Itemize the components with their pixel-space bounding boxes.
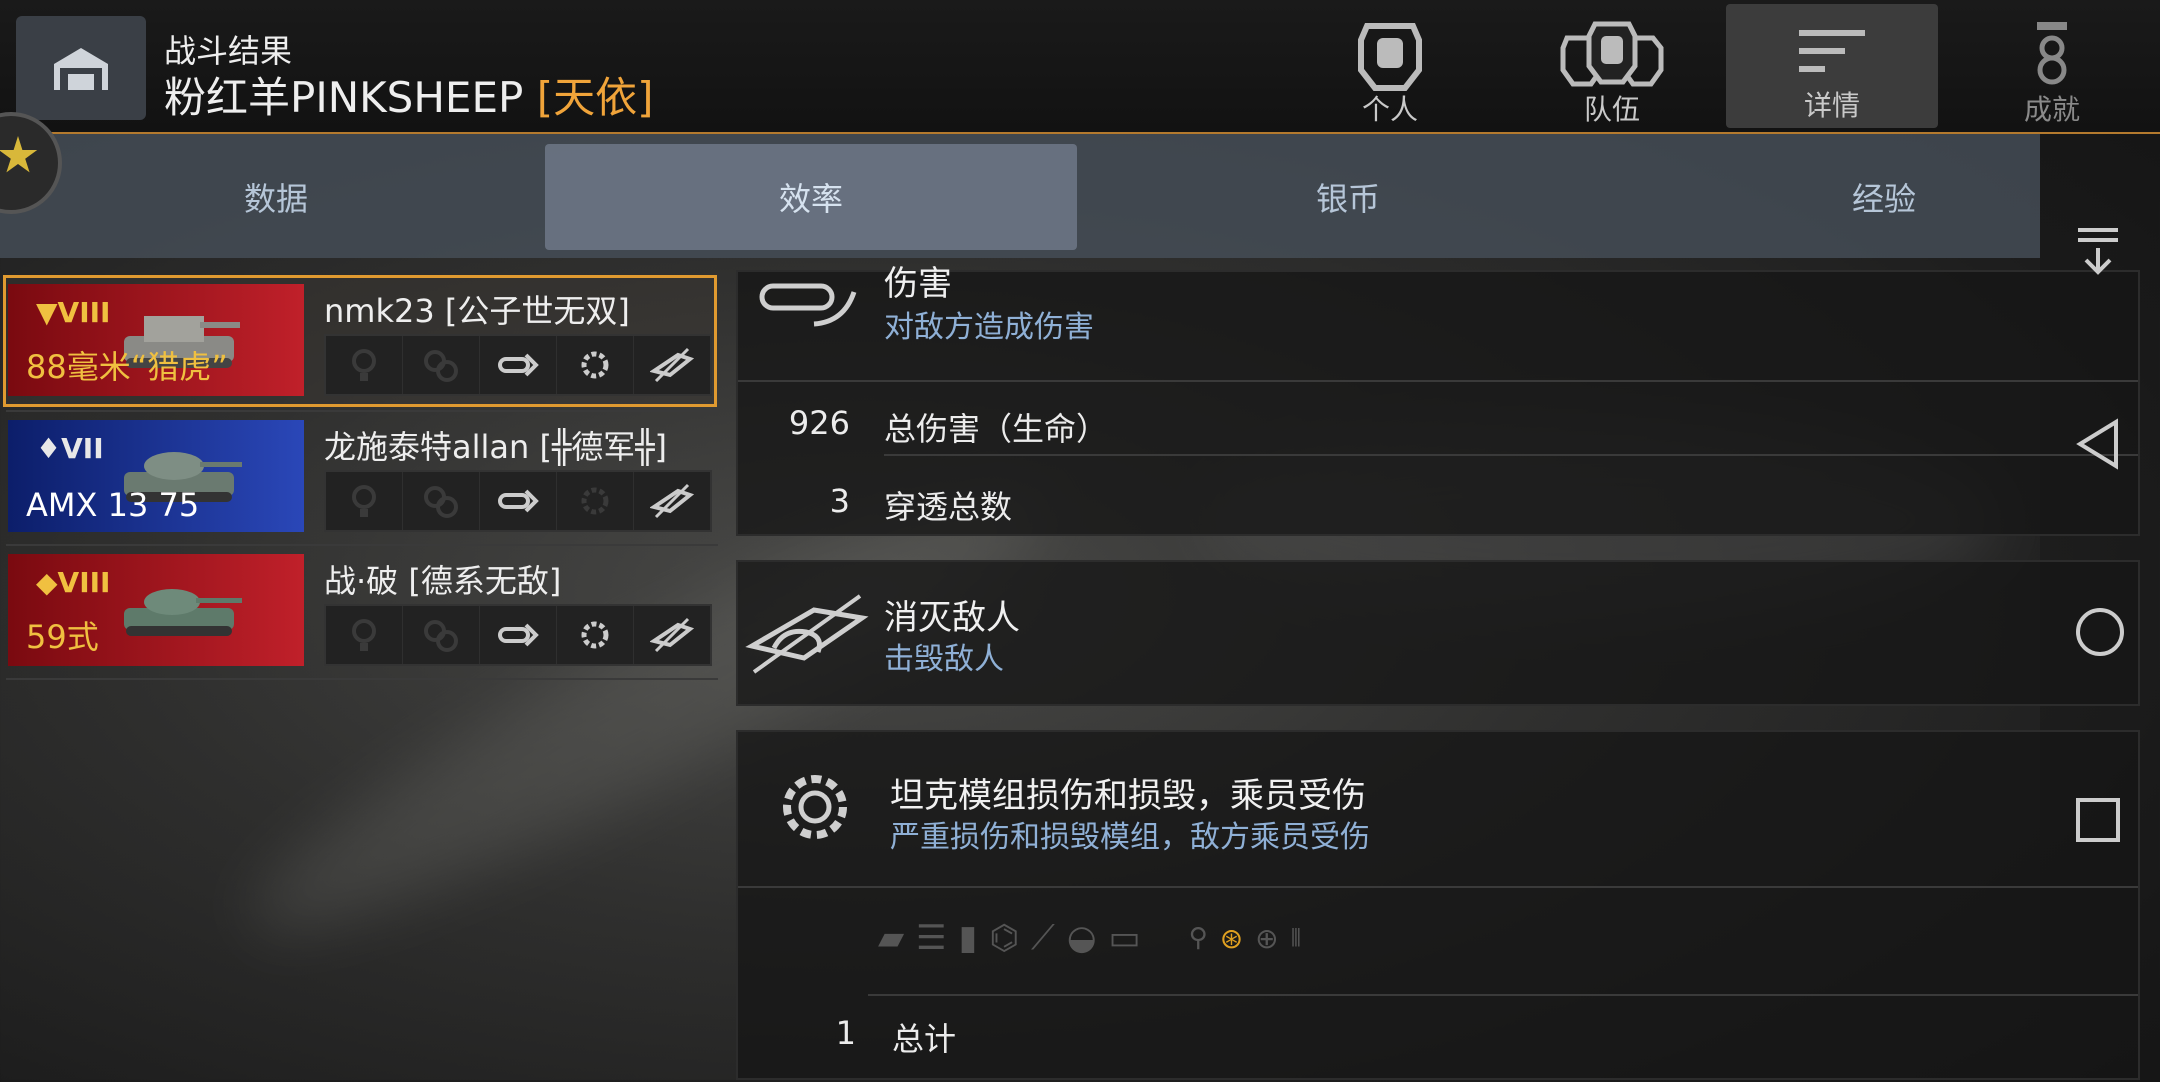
- damage-panel: 伤害 对敌方造成伤害 926 总伤害（生命） 3 穿透总数: [736, 264, 2140, 536]
- tank-image: [124, 589, 242, 636]
- tab-data[interactable]: 数据: [10, 144, 542, 250]
- square-icon[interactable]: [2074, 796, 2122, 844]
- assist-icon: [403, 606, 480, 664]
- damage-subtitle: 对敌方造成伤害: [884, 310, 1094, 345]
- modules-title: 坦克模组损伤和损毁，乘员受伤: [890, 776, 1366, 816]
- total-value: 1: [835, 1014, 856, 1052]
- assist-icon: [403, 472, 480, 530]
- vehicle-card: ♦VII AMX 13 75: [8, 420, 304, 532]
- garage-button[interactable]: [16, 16, 146, 120]
- tab-credits[interactable]: 银币: [1082, 144, 1614, 250]
- module-gear-icon: [783, 775, 847, 839]
- destroyed-tank-icon: [745, 594, 869, 674]
- triangle-icon[interactable]: [2074, 418, 2122, 470]
- damage-title: 伤害: [884, 264, 952, 304]
- vehicle-card: ◆VIII 59式: [8, 554, 304, 666]
- damage-icon: [480, 336, 557, 394]
- stat-row: 3 穿透总数: [738, 462, 2138, 542]
- loader-icon: ⦀: [1290, 924, 1302, 952]
- driver-icon: ⊛: [1219, 921, 1244, 955]
- kill-icon: [634, 472, 710, 530]
- player-name: 粉红羊PINKSHEEP: [164, 73, 524, 122]
- module-icon: [557, 606, 634, 664]
- observation-icon: ⚲: [1188, 923, 1208, 953]
- player-clan: [天依]: [536, 73, 654, 122]
- divider: [6, 544, 718, 546]
- spotting-icon: [326, 472, 403, 530]
- stat-label: 穿透总数: [884, 488, 1013, 526]
- nav-achievements[interactable]: 成就: [1946, 0, 2158, 132]
- player-name: 战·破 [德系无敌]: [324, 562, 562, 600]
- personal-icon: [1358, 23, 1422, 91]
- stat-row: 1 总计: [738, 1002, 2138, 1082]
- radio-icon: ▭: [1108, 918, 1141, 958]
- player-name: nmk23 [公子世无双]: [324, 292, 630, 330]
- player-title: 粉红羊PINKSHEEP [天依]: [164, 64, 653, 125]
- stat-label: 总伤害（生命）: [884, 410, 1109, 448]
- tier-badge: ♦VII: [36, 432, 104, 465]
- player-row[interactable]: ♦VII AMX 13 75 龙施泰特allan [╬德军╬]: [6, 414, 714, 540]
- stat-value: 926: [788, 404, 850, 442]
- modules-panel: 坦克模组损伤和损毁，乘员受伤 严重损伤和损毁模组，敌方乘员受伤 ▰ ☰ ▮ ⌬ …: [736, 730, 2140, 1080]
- destroy-panel: 消灭敌人 击毁敌人: [736, 560, 2140, 706]
- stat-row: 926 总伤害（生命）: [738, 384, 2138, 464]
- collapse-all-icon[interactable]: [2074, 226, 2122, 278]
- kill-icon: [634, 606, 710, 664]
- achievement-strip: [324, 470, 712, 532]
- achievement-strip: [324, 604, 712, 666]
- team-icon: [1560, 21, 1664, 87]
- garage-icon: [54, 48, 108, 90]
- turret-icon: ◒: [1066, 918, 1097, 958]
- achievements-icon: [2037, 22, 2067, 85]
- kill-icon: [634, 336, 710, 394]
- engine-icon: ▰: [878, 918, 905, 958]
- vehicle-card: ▼VIII 88毫米“猎虎”: [8, 284, 304, 396]
- ammo-rack-icon: ⌬: [989, 918, 1020, 958]
- player-name: 龙施泰特allan [╬德军╬]: [324, 428, 667, 466]
- damage-icon: [480, 472, 557, 530]
- destroy-subtitle: 击毁敌人: [884, 642, 1004, 677]
- gun-icon: ⟋: [1031, 918, 1055, 958]
- damage-icon: [480, 606, 557, 664]
- stat-value: 3: [829, 482, 850, 520]
- player-row[interactable]: ▼VIII 88毫米“猎虎” nmk23 [公子世无双]: [3, 275, 717, 407]
- circle-icon[interactable]: [2074, 606, 2126, 658]
- destroy-title: 消灭敌人: [884, 598, 1020, 638]
- tier-badge: ◆VIII: [36, 566, 111, 599]
- total-label: 总计: [892, 1020, 957, 1058]
- assist-icon: [403, 336, 480, 394]
- details-icon: [1799, 30, 1865, 72]
- achievement-strip: [324, 334, 712, 396]
- vehicle-name: AMX 13 75: [26, 486, 200, 524]
- nav-personal[interactable]: 个人: [1284, 0, 1496, 132]
- modules-subtitle: 严重损伤和损毁模组，敌方乘员受伤: [890, 820, 1370, 855]
- tab-bar: 数据 效率 银币 经验: [0, 134, 2040, 258]
- module-icon: [557, 336, 634, 394]
- vehicle-name: 88毫米“猎虎”: [26, 348, 228, 386]
- module-icons-row: ▰ ☰ ▮ ⌬ ⟋ ◒ ▭ ⚲ ⊛ ⊕ ⦀: [878, 918, 1301, 958]
- divider: [6, 410, 718, 412]
- track-icon: ☰: [916, 918, 947, 958]
- tier-badge: ▼VIII: [36, 296, 111, 329]
- nav-team[interactable]: 队伍: [1506, 0, 1718, 132]
- nav-details[interactable]: 详情: [1726, 4, 1938, 128]
- spotting-icon: [326, 336, 403, 394]
- tab-efficiency[interactable]: 效率: [545, 144, 1077, 250]
- divider: [6, 678, 718, 680]
- top-header: 战斗结果 粉红羊PINKSHEEP [天依] 个人 队伍 详情 成就: [0, 0, 2160, 134]
- shell-damage-icon: [759, 283, 857, 327]
- fuel-tank-icon: ▮: [958, 918, 978, 958]
- gunner-icon: ⊕: [1255, 921, 1279, 955]
- spotting-icon: [326, 606, 403, 664]
- vehicle-name: 59式: [26, 618, 99, 656]
- module-icon: [557, 472, 634, 530]
- player-row[interactable]: ◆VIII 59式 战·破 [德系无敌]: [6, 548, 714, 674]
